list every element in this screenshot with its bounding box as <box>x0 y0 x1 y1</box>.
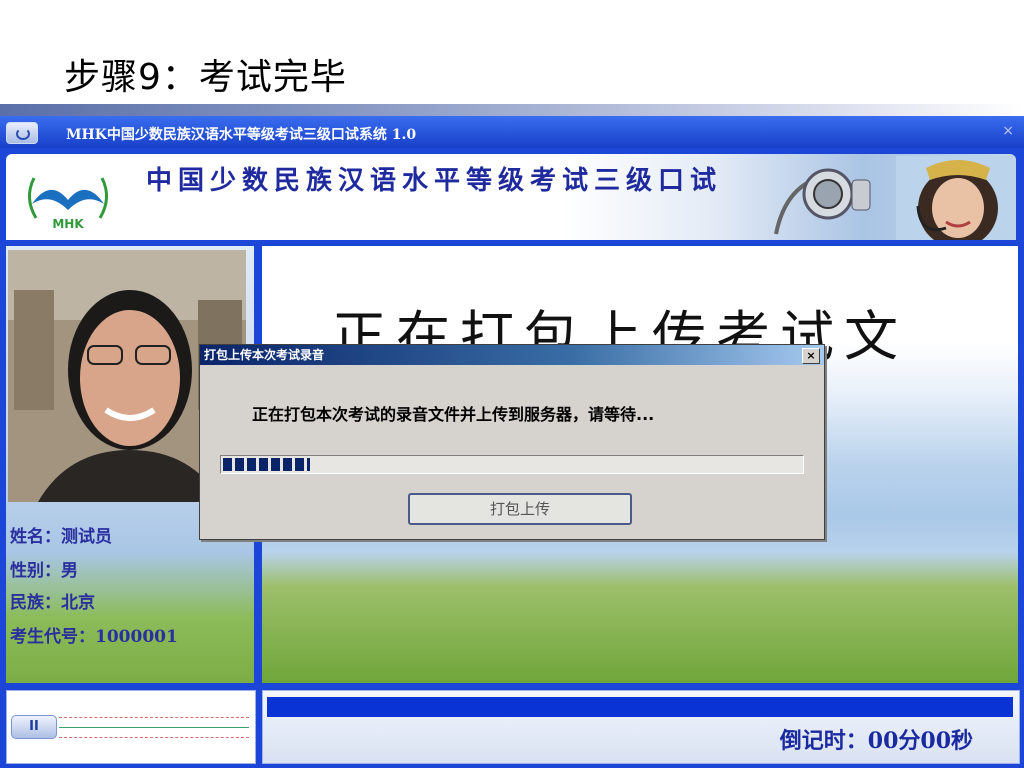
candidate-name: 姓名：测试员 <box>10 527 112 547</box>
window-title: MHK中国少数民族汉语水平等级考试三级口试系统 1.0 <box>66 127 417 143</box>
pack-upload-button[interactable]: 打包上传 <box>408 493 632 525</box>
operator-photo <box>896 156 1016 240</box>
waveform-center <box>59 727 249 728</box>
title-divider <box>0 104 1024 116</box>
banner-title: 中国少数民族汉语水平等级考试三级口试 <box>146 166 723 196</box>
audio-player-panel: II <box>6 690 256 764</box>
app-banner: MHK 中国少数民族汉语水平等级考试三级口试 <box>6 154 1016 240</box>
waveform-upper <box>59 717 249 718</box>
logo-text: MHK <box>52 217 84 231</box>
slide-title: 步骤9：考试完毕 <box>64 57 347 98</box>
upload-progress-bar <box>220 455 804 474</box>
timer-panel: 倒记时：00分00秒 <box>262 690 1020 764</box>
time-progress-bar <box>267 697 1013 717</box>
candidate-ethnicity: 民族：北京 <box>10 593 95 613</box>
dialog-title: 打包上传本次考试录音 <box>204 348 325 362</box>
dialog-titlebar: 打包上传本次考试录音 × <box>200 345 824 365</box>
candidate-gender: 性别：男 <box>10 561 78 581</box>
countdown-text: 倒记时：00分00秒 <box>779 728 973 754</box>
waveform-lower <box>59 737 249 738</box>
window-close-button[interactable]: × <box>1002 123 1014 139</box>
app-titlebar: MHK中国少数民族汉语水平等级考试三级口试系统 1.0 × <box>0 116 1024 148</box>
mhk-logo: MHK <box>28 177 108 231</box>
pause-button[interactable]: II <box>11 715 57 739</box>
dialog-message: 正在打包本次考试的录音文件并上传到服务器，请等待... <box>252 405 655 424</box>
dialog-close-button[interactable]: × <box>802 348 820 364</box>
headset-graphic <box>774 168 871 235</box>
app-icon <box>6 122 38 144</box>
candidate-exam-id: 考生代号：1000001 <box>10 627 178 647</box>
upload-dialog: 打包上传本次考试录音 × 正在打包本次考试的录音文件并上传到服务器，请等待...… <box>199 344 825 540</box>
upload-progress-fill <box>223 458 310 471</box>
